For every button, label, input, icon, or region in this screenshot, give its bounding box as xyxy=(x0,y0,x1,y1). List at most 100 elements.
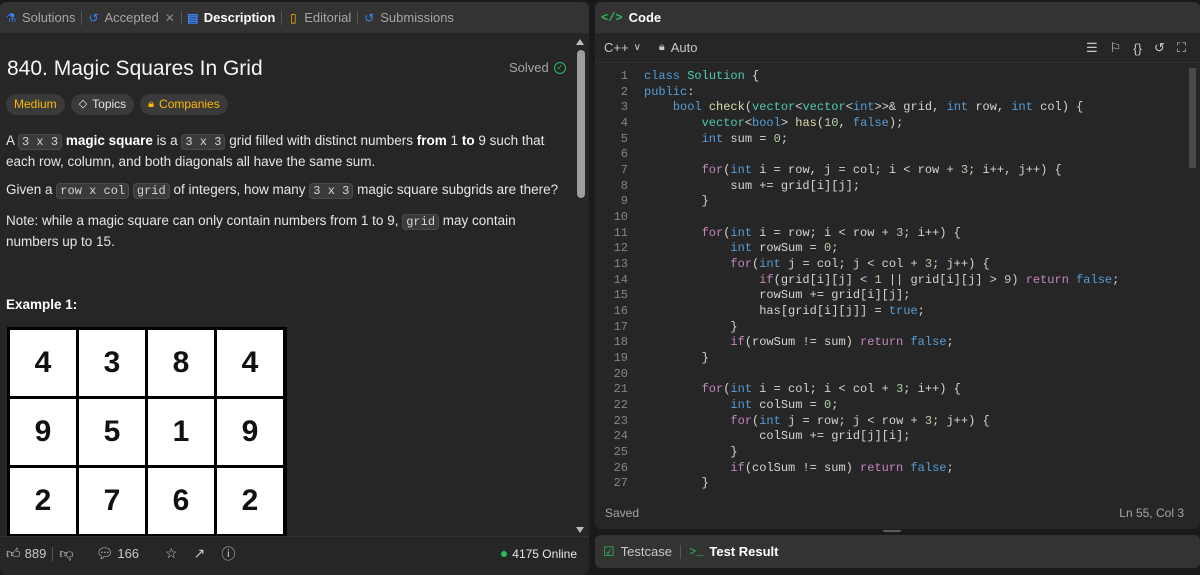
companies-label: Companies xyxy=(159,97,220,111)
like-button[interactable]: 👍︎ 889 xyxy=(0,537,52,571)
topics-label: Topics xyxy=(92,97,127,111)
code-line: for(int j = row; j < row + 3; j++) { xyxy=(730,414,990,428)
problem-note: Note: while a magic square can only cont… xyxy=(6,211,566,252)
terminal-icon: >_ xyxy=(688,544,704,559)
history-icon: ↺ xyxy=(364,10,375,25)
tab-solutions[interactable]: ⚗ Solutions xyxy=(0,2,81,33)
code-line: int rowSum = 0; xyxy=(730,241,839,255)
grid-cell: 9 xyxy=(10,399,76,465)
line-number: 25 xyxy=(613,445,628,459)
line-number: 4 xyxy=(620,116,628,130)
console-tabbar: ☑ Testcase >_ Test Result xyxy=(595,535,1200,568)
bookmark-icon[interactable]: ⚐ xyxy=(1110,40,1122,56)
comment-count: 166 xyxy=(117,546,140,561)
online-count: 4175 Online xyxy=(501,537,577,571)
grid-cell: 4 xyxy=(10,330,76,396)
lock-icon: 🔒︎ xyxy=(658,41,665,53)
code-line: } xyxy=(644,445,738,459)
code-line: for(int i = col; i < col + 3; i++) { xyxy=(701,382,961,396)
tab-submissions[interactable]: ↺ Submissions xyxy=(358,2,460,33)
desc-text: Note: while a magic square can only cont… xyxy=(6,213,399,228)
line-number: 11 xyxy=(613,226,628,240)
tab-editorial[interactable]: ▯ Editorial xyxy=(282,2,357,33)
line-number: 15 xyxy=(613,288,628,302)
scroll-thumb[interactable] xyxy=(577,50,585,198)
comments-button[interactable]: 💬︎ 166 xyxy=(90,537,145,571)
description-scrollbar[interactable] xyxy=(576,36,586,536)
code-panel: </> Code C++ ∨ 🔒︎ Auto ☰ ⚐ {} ↺ ⛶ 1 class… xyxy=(595,2,1200,529)
language-select[interactable]: C++ ∨ xyxy=(604,40,641,55)
favorite-button[interactable]: ☆ xyxy=(159,537,188,571)
editor-scrollbar[interactable] xyxy=(1189,68,1196,488)
cursor-position: Ln 55, Col 3 xyxy=(1119,506,1184,520)
dislike-button[interactable]: 👎︎ xyxy=(53,537,83,571)
help-button[interactable]: ⓘ xyxy=(215,537,245,571)
code-editor[interactable]: 1 class Solution { 2 public: 3 bool check(… xyxy=(595,64,1200,494)
scroll-up-icon[interactable] xyxy=(576,39,584,45)
scroll-thumb[interactable] xyxy=(1189,68,1196,168)
problem-title[interactable]: 840. Magic Squares In Grid xyxy=(7,57,263,81)
tab-accepted[interactable]: ↺ Accepted ✕ xyxy=(82,2,180,33)
tab-testcase[interactable]: Testcase xyxy=(621,544,672,559)
grid-cell: 3 xyxy=(79,330,145,396)
line-number: 2 xyxy=(620,85,628,99)
tab-test-result[interactable]: Test Result xyxy=(709,544,778,559)
desc-bold: to xyxy=(461,133,475,148)
code-line: if(colSum != sum) return false; xyxy=(730,461,954,475)
tab-editorial-label: Editorial xyxy=(304,10,352,25)
document-icon: ▤ xyxy=(187,10,199,25)
grid-cell: 9 xyxy=(217,399,283,465)
fullscreen-icon[interactable]: ⛶ xyxy=(1177,40,1186,56)
line-number: 12 xyxy=(613,241,628,255)
code-line: } xyxy=(644,351,709,365)
code-line: int colSum = 0; xyxy=(730,398,839,412)
saved-status: Saved xyxy=(605,506,640,520)
braces-icon[interactable]: {} xyxy=(1133,41,1142,56)
line-number: 24 xyxy=(613,429,628,443)
desc-bold: from xyxy=(416,133,447,148)
tag-icon: ◇ xyxy=(78,98,88,110)
code-line: colSum += grid[j][i]; xyxy=(644,429,911,443)
online-label: 4175 Online xyxy=(512,547,577,561)
reset-icon[interactable]: ↺ xyxy=(1154,40,1165,56)
topics-button[interactable]: ◇ Topics xyxy=(70,94,135,115)
flask-icon: ⚗ xyxy=(5,10,17,25)
desc-text: grid filled with distinct numbers xyxy=(229,133,414,148)
code-toolbar: C++ ∨ 🔒︎ Auto ☰ ⚐ {} ↺ ⛶ xyxy=(595,33,1200,63)
desc-text: 9 xyxy=(478,133,486,148)
chevron-down-icon: ∨ xyxy=(633,42,641,53)
book-icon: ▯ xyxy=(289,10,297,25)
solved-status: Solved ✓ xyxy=(509,60,566,75)
panel-resize-handle[interactable] xyxy=(883,530,901,532)
comment-icon: 💬︎ xyxy=(95,545,114,561)
share-icon: ↗ xyxy=(193,545,206,561)
line-number: 13 xyxy=(613,257,628,271)
line-number: 3 xyxy=(620,100,628,114)
example-grid-image: 4 3 8 4 9 5 1 9 2 7 6 2 xyxy=(7,327,287,536)
format-icon[interactable]: ☰ xyxy=(1086,40,1098,56)
desc-text: magic square subgrids are there? xyxy=(357,182,559,197)
grid-cell: 7 xyxy=(79,468,145,534)
line-number: 8 xyxy=(620,179,628,193)
tab-separator xyxy=(679,544,681,559)
code-line: rowSum += grid[i][j]; xyxy=(644,288,911,302)
line-number: 21 xyxy=(613,382,628,396)
close-icon[interactable]: ✕ xyxy=(165,11,175,25)
help-icon: ⓘ xyxy=(221,545,236,562)
share-button[interactable]: ↗ xyxy=(188,537,216,571)
check-circle-icon: ✓ xyxy=(553,61,566,74)
scroll-down-icon[interactable] xyxy=(576,527,584,533)
tab-solutions-label: Solutions xyxy=(22,10,76,25)
code-line: public: xyxy=(644,85,695,99)
problem-tabbar: ⚗ Solutions ↺ Accepted ✕ ▤ Description ▯… xyxy=(0,2,589,33)
tab-description[interactable]: ▤ Description xyxy=(182,2,282,33)
auto-mode[interactable]: 🔒︎ Auto xyxy=(659,40,698,55)
code-tab-label[interactable]: Code xyxy=(629,10,662,25)
code-line: for(int i = row, j = col; i < row + 3; i… xyxy=(701,163,1062,177)
desc-text: Given a xyxy=(6,182,53,197)
code-line: int sum = 0; xyxy=(701,132,789,146)
code-line: vector<bool> has(10, false); xyxy=(701,116,904,130)
companies-button[interactable]: 🔒︎ Companies xyxy=(140,94,228,115)
problem-question: Given a row x col grid of integers, how … xyxy=(6,180,566,201)
thumbs-down-icon: 👎︎ xyxy=(59,545,74,561)
